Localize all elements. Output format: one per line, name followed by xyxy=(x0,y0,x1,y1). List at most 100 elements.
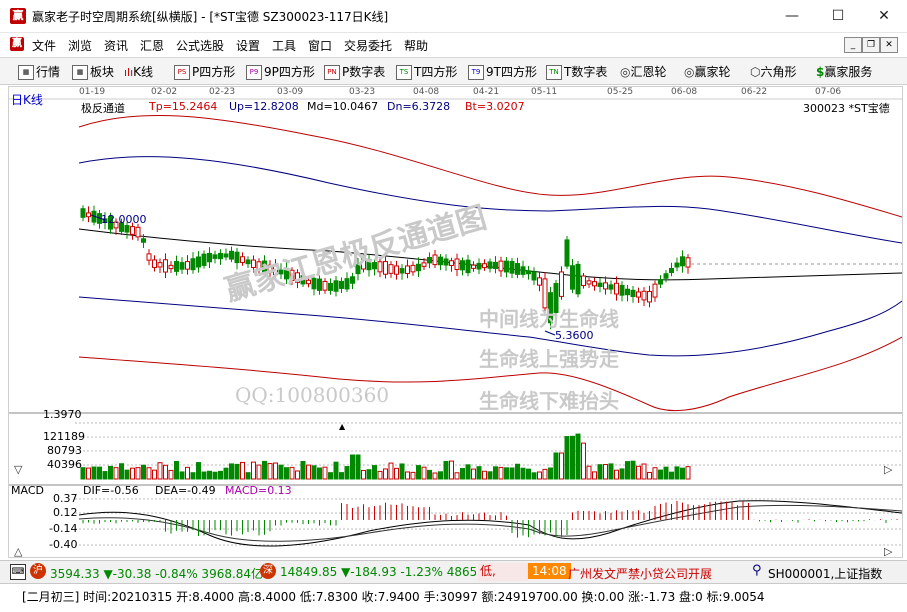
volume-bar xyxy=(152,469,157,480)
toolbar-quotes[interactable]: ▦ 行情 xyxy=(18,63,61,80)
keyboard-icon[interactable]: ⌨ xyxy=(10,564,26,580)
volume-bar xyxy=(245,472,251,480)
candle-body xyxy=(586,280,592,285)
volume-bar xyxy=(212,471,218,480)
toolbar-winner-wheel[interactable]: ◎赢家轮 xyxy=(684,63,731,79)
volume-bar xyxy=(146,467,152,480)
menu-help[interactable]: 帮助 xyxy=(404,37,428,54)
volume-bar xyxy=(355,454,361,480)
period-label[interactable]: 日K线 xyxy=(11,91,43,108)
menu-tools[interactable]: 工具 xyxy=(272,37,296,54)
volume-bar xyxy=(229,463,234,480)
volume-bar xyxy=(526,468,531,480)
volume-bar xyxy=(339,472,344,480)
toolbar-winner-service-label: 赢家服务 xyxy=(824,65,873,79)
mdi-restore-button[interactable]: ❐ xyxy=(862,37,880,53)
volume-bar xyxy=(603,464,608,480)
maximize-button[interactable]: ☐ xyxy=(815,0,861,32)
macd-label[interactable]: MACD xyxy=(11,484,44,497)
shanghai-index-icon[interactable]: 沪 xyxy=(30,563,46,579)
toolbar-winner-service[interactable]: $赢家服务 xyxy=(816,63,872,79)
volume-bar xyxy=(135,467,141,480)
candle-body xyxy=(680,256,685,267)
mdi-minimize-button[interactable]: _ xyxy=(844,37,862,53)
indicator-name: 极反通道 xyxy=(81,102,125,115)
candle-body xyxy=(146,253,152,261)
news-ticker[interactable]: 广州发文严禁小贷公司开展 xyxy=(568,565,712,582)
toolbar-t-number-table[interactable]: TN T数字表 xyxy=(546,63,607,80)
volume-bar xyxy=(361,469,366,480)
toolbar-kline-label: K线 xyxy=(133,65,154,79)
toolbar-9t-square[interactable]: T9 9T四方形 xyxy=(468,63,537,80)
candle-body xyxy=(218,252,223,260)
candle-body xyxy=(432,254,438,266)
macd-dif-line xyxy=(78,500,902,547)
t9-icon: T9 xyxy=(468,65,484,80)
candle-body xyxy=(531,271,537,281)
menu-info[interactable]: 资讯 xyxy=(104,37,128,54)
toolbar-9t-square-label: 9T四方形 xyxy=(486,65,537,79)
candle-body xyxy=(625,288,630,296)
toolbar-9p-square[interactable]: P9 9P四方形 xyxy=(246,63,315,80)
hexagon-icon: ⬡ xyxy=(750,65,761,79)
menu-trade[interactable]: 交易委托 xyxy=(344,37,392,54)
kline-chart[interactable]: ▽ ▷ △ ▷ ▲ xyxy=(9,87,902,557)
toolbar-p-number-table[interactable]: PN P数字表 xyxy=(324,63,385,80)
scroll-right-arrow-icon[interactable]: ▷ xyxy=(884,463,893,476)
volume-bar xyxy=(141,464,146,480)
candle-body xyxy=(669,267,674,274)
volume-bar xyxy=(674,466,680,480)
volume-bar xyxy=(487,471,493,480)
candle-body xyxy=(443,258,449,266)
toolbar-t-square[interactable]: TS T四方形 xyxy=(396,63,457,80)
toolbar-quotes-label: 行情 xyxy=(36,65,61,79)
toolbar-hexagon[interactable]: ⬡六角形 xyxy=(750,63,797,79)
toolbar-kline[interactable]: ılıK线 xyxy=(124,63,153,79)
index-select-icon[interactable]: ⚲ xyxy=(752,563,762,578)
menu-file[interactable]: 文件 xyxy=(32,37,56,54)
volume-bar xyxy=(383,468,388,480)
candle-body xyxy=(652,283,658,298)
volume-bar xyxy=(311,465,317,480)
volume-bar xyxy=(432,472,438,480)
volume-bar xyxy=(658,469,663,480)
volume-bar xyxy=(251,461,256,480)
volume-bar xyxy=(443,460,449,480)
volume-bar xyxy=(504,467,509,480)
macd-scroll-arrow-icon[interactable]: △ xyxy=(14,545,23,557)
date-label: 04-08 xyxy=(413,87,440,97)
candle-body xyxy=(630,289,636,297)
menu-browse[interactable]: 浏览 xyxy=(68,37,92,54)
date-label: 01-19 xyxy=(79,87,106,97)
chart-area[interactable]: ▽ ▷ △ ▷ ▲ 日K线 01-19 02-02 02-23 03-09 03-23 0… xyxy=(8,86,903,558)
volume-bar xyxy=(399,463,405,480)
volume-bar xyxy=(438,471,443,480)
scroll-down-arrow-icon[interactable]: ▽ xyxy=(14,463,23,476)
toolbar-sectors[interactable]: ▦ 板块 xyxy=(72,63,114,80)
menu-settings[interactable]: 设置 xyxy=(236,37,260,54)
volume-bar xyxy=(619,468,625,480)
toolbar-p-square[interactable]: PS P四方形 xyxy=(174,63,235,80)
volume-bar xyxy=(306,464,311,480)
candle-body xyxy=(416,263,421,272)
candle-body xyxy=(333,280,339,292)
close-button[interactable]: ✕ xyxy=(861,0,907,32)
volume-bar xyxy=(179,471,185,480)
candle-body xyxy=(405,265,410,274)
volume-bar xyxy=(119,463,124,480)
macd-tick-1: 0.37 xyxy=(53,492,78,505)
volume-bar xyxy=(113,467,119,480)
index-selector[interactable]: SH000001,上证指数 xyxy=(768,565,882,582)
candle-body xyxy=(223,253,229,258)
candle-body xyxy=(339,280,344,289)
mdi-close-button[interactable]: ✕ xyxy=(880,37,898,53)
date-label: 03-23 xyxy=(349,87,376,97)
macd-scroll-right-arrow-icon[interactable]: ▷ xyxy=(884,545,893,557)
menu-window[interactable]: 窗口 xyxy=(308,37,332,54)
menu-formula-select[interactable]: 公式选股 xyxy=(176,37,224,54)
volume-bar xyxy=(575,433,581,480)
shenzhen-index-icon[interactable]: 深 xyxy=(260,563,276,579)
toolbar-huien-wheel[interactable]: ◎汇恩轮 xyxy=(620,63,667,79)
minimize-button[interactable]: — xyxy=(769,0,815,32)
menu-huien[interactable]: 汇恩 xyxy=(140,37,164,54)
